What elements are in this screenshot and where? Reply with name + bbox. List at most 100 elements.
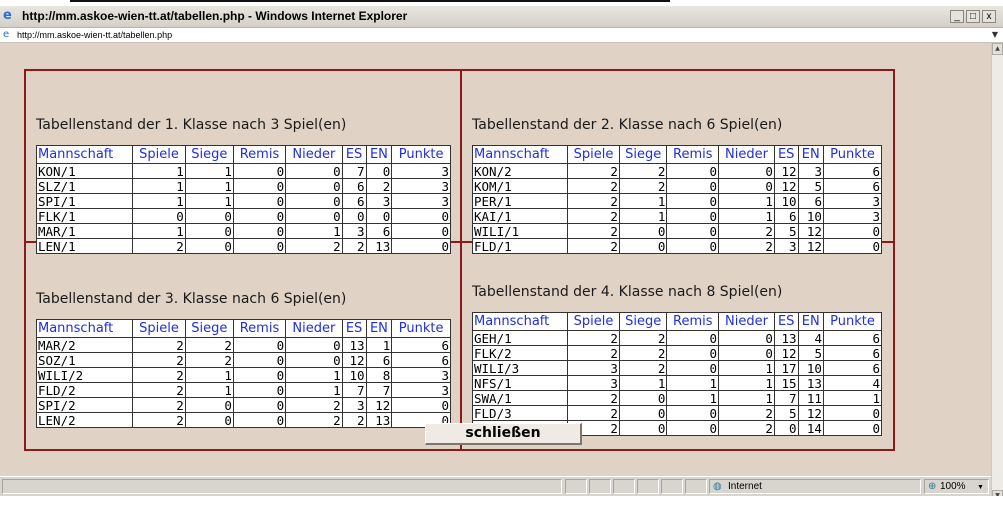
team-name: LEN/1 [35, 238, 134, 254]
stat-cell: 13 [365, 238, 393, 254]
stat-cell: 0 [184, 223, 234, 239]
stat-cell: 0 [391, 397, 451, 413]
stat-cell: 0 [285, 163, 343, 179]
stat-cell: 3 [391, 382, 451, 398]
stat-cell: 0 [232, 337, 287, 353]
stat-cell: 0 [391, 238, 451, 254]
vertical-scrollbar[interactable]: ▲ ▼ [991, 43, 1003, 502]
stat-cell: 0 [391, 208, 451, 224]
stat-cell: 3 [567, 375, 620, 391]
column-header: Remis [666, 145, 720, 164]
stat-cell: 3 [391, 178, 451, 194]
stat-cell: 3 [822, 208, 883, 224]
table-row: SOZ/1 2 2 0 0 12 6 6 [35, 352, 451, 368]
team-name: WILI/1 [471, 223, 569, 239]
address-dropdown-icon[interactable]: ▼ [990, 29, 1000, 40]
table-row: WILI/1 2 0 0 2 5 12 0 [471, 223, 883, 239]
window-title: http://mm.askoe-wien-tt.at/tabellen.php … [22, 9, 408, 23]
stat-cell: 1 [718, 375, 775, 391]
stat-cell: 1 [718, 208, 775, 224]
stat-cell: 2 [567, 238, 620, 254]
stat-cell: 6 [822, 345, 883, 361]
stat-cell: 3 [567, 360, 620, 376]
column-header: Siege [184, 145, 234, 164]
stat-cell: 2 [618, 360, 668, 376]
stat-cell: 1 [132, 163, 186, 179]
stat-cell: 0 [285, 178, 343, 194]
column-header: EN [797, 312, 824, 331]
stat-cell: 0 [232, 223, 287, 239]
minimize-button[interactable]: _ [950, 10, 964, 23]
stat-cell: 1 [184, 193, 234, 209]
stat-cell: 4 [822, 375, 883, 391]
stat-cell: 1 [718, 360, 775, 376]
stat-cell: 13 [341, 337, 367, 353]
stat-cell: 5 [797, 178, 824, 194]
stat-cell: 6 [391, 352, 451, 368]
stat-cell: 6 [797, 193, 824, 209]
stat-cell: 0 [184, 238, 234, 254]
stat-cell: 1 [285, 367, 343, 383]
table-row: FLD/3 2 0 0 2 5 12 0 [471, 405, 883, 421]
status-cell [589, 479, 611, 494]
column-header: Spiele [567, 312, 620, 331]
stat-cell: 0 [822, 223, 883, 239]
stat-cell: 13 [773, 330, 799, 346]
table-row: SPI/1 1 1 0 0 6 3 3 [35, 193, 451, 209]
stat-cell: 12 [365, 397, 393, 413]
stat-cell: 1 [132, 223, 186, 239]
stat-cell: 1 [718, 390, 775, 406]
table-row: MAR/2 2 2 0 0 13 1 6 [35, 337, 451, 353]
stat-cell: 0 [618, 390, 668, 406]
stat-cell: 1 [184, 178, 234, 194]
close-window-button[interactable]: x [982, 10, 996, 23]
stat-cell: 1 [285, 382, 343, 398]
stat-cell: 0 [666, 360, 720, 376]
stat-cell: 0 [822, 420, 883, 436]
stat-cell: 0 [666, 223, 720, 239]
stat-cell: 2 [132, 367, 186, 383]
table-row: PER/1 2 1 0 1 10 6 3 [471, 193, 883, 209]
table-row: FLD/2 2 1 0 1 7 7 3 [35, 382, 451, 398]
zoom-cell[interactable]: ⊕ 100% ▼ [924, 479, 989, 494]
table-row: SLZ/1 1 1 0 0 6 2 3 [35, 178, 451, 194]
team-name: KON/2 [471, 163, 569, 179]
zoom-level[interactable]: 100% [940, 481, 966, 492]
status-bar: ◍ Internet ⊕ 100% ▼ [0, 476, 991, 496]
stat-cell: 3 [341, 223, 367, 239]
stat-cell: 2 [132, 238, 186, 254]
stat-cell: 1 [618, 208, 668, 224]
stat-cell: 0 [666, 238, 720, 254]
stat-cell: 2 [184, 337, 234, 353]
stat-cell: 13 [797, 375, 824, 391]
team-name: KAI/1 [471, 208, 569, 224]
team-name: WILI/2 [35, 367, 134, 383]
stat-cell: 1 [618, 193, 668, 209]
address-bar[interactable]: e http://mm.askoe-wien-tt.at/tabellen.ph… [0, 28, 1003, 43]
stat-cell: 2 [567, 163, 620, 179]
column-header: ES [773, 312, 799, 331]
stat-cell: 1 [184, 382, 234, 398]
column-header: Siege [184, 319, 234, 338]
stat-cell: 6 [391, 337, 451, 353]
restore-button[interactable]: □ [966, 10, 980, 23]
column-header: ES [773, 145, 799, 164]
standings-table: Mannschaft Spiele Siege Remis Nieder ES EN Punk… [471, 312, 883, 436]
column-header: Remis [232, 319, 287, 338]
stat-cell: 1 [184, 367, 234, 383]
address-text[interactable]: http://mm.askoe-wien-tt.at/tabellen.php [17, 30, 172, 40]
panel-title: Tabellenstand der 1. Klasse nach 3 Spiel… [36, 117, 347, 133]
stat-cell: 2 [718, 405, 775, 421]
stat-cell: 2 [718, 223, 775, 239]
team-name: WILI/3 [471, 360, 569, 376]
column-header: Nieder [285, 319, 343, 338]
close-button[interactable]: schließen [425, 423, 582, 445]
stat-cell: 0 [822, 405, 883, 421]
stat-cell: 0 [285, 352, 343, 368]
team-name: PER/1 [471, 193, 569, 209]
zoom-dropdown-icon[interactable]: ▼ [977, 484, 984, 491]
stat-cell: 0 [718, 178, 775, 194]
scroll-up-icon[interactable]: ▲ [992, 43, 1003, 55]
stat-cell: 2 [618, 163, 668, 179]
stat-cell: 1 [365, 337, 393, 353]
